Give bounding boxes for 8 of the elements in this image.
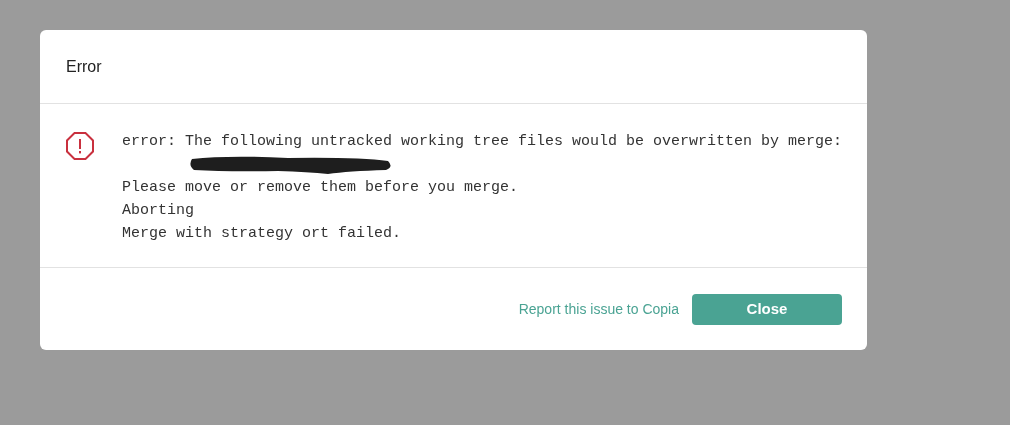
dialog-title: Error — [66, 56, 102, 77]
error-message-line: error: The following untracked working tree files would be overwritten by merge: — [122, 132, 843, 152]
error-icon — [65, 131, 95, 161]
error-message-line: Merge with strategy ort failed. — [122, 224, 403, 244]
close-button[interactable]: Close — [692, 293, 842, 325]
error-message-line: Please move or remove them before you merge. — [122, 178, 520, 198]
report-issue-link[interactable]: Report this issue to Copia — [518, 298, 679, 320]
error-message-line: Aborting — [122, 201, 195, 221]
